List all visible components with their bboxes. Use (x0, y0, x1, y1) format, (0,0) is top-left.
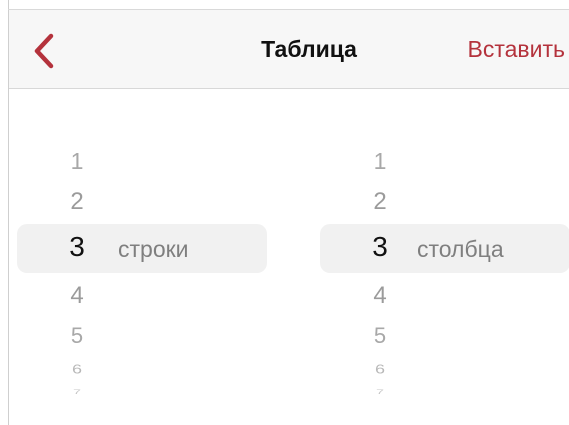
insert-button[interactable]: Вставить (468, 34, 566, 64)
rows-label: строки (118, 236, 189, 262)
columns-selected-value[interactable]: 3 (370, 231, 390, 263)
navigation-bar: Таблица Вставить (9, 10, 569, 89)
table-picker-screen: Таблица Вставить 1 2 3 строки 4 5 6 7 1 … (0, 0, 569, 425)
columns-option-4[interactable]: 4 (370, 282, 390, 310)
rows-option-5[interactable]: 5 (67, 323, 87, 349)
rows-option-7[interactable]: 7 (67, 388, 87, 395)
rows-option-6[interactable]: 6 (67, 362, 87, 377)
rows-selected-value[interactable]: 3 (67, 231, 87, 263)
rows-option-1[interactable]: 1 (67, 148, 87, 175)
chevron-left-icon (34, 33, 54, 69)
columns-picker[interactable]: 1 2 3 столбца 4 5 6 7 (320, 140, 569, 410)
columns-option-2[interactable]: 2 (370, 188, 390, 216)
rows-option-2[interactable]: 2 (67, 188, 87, 216)
back-button[interactable] (27, 30, 63, 72)
columns-option-7[interactable]: 7 (370, 388, 390, 395)
columns-option-1[interactable]: 1 (370, 148, 390, 175)
page-title: Таблица (261, 36, 357, 62)
rows-option-4[interactable]: 4 (67, 282, 87, 310)
columns-option-5[interactable]: 5 (370, 323, 390, 349)
columns-label: столбца (417, 236, 504, 262)
columns-option-6[interactable]: 6 (370, 362, 390, 377)
rows-picker[interactable]: 1 2 3 строки 4 5 6 7 (17, 140, 267, 410)
